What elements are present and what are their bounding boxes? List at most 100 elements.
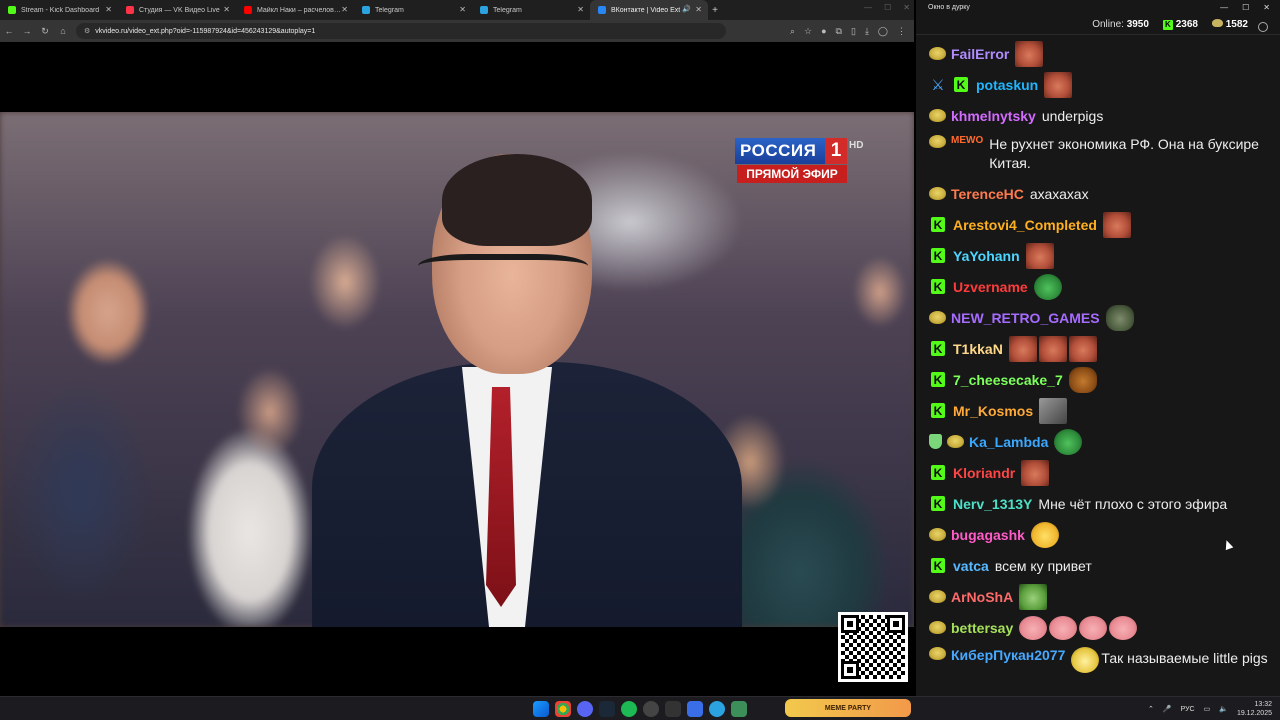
- chat-username[interactable]: Ka_Lambda: [969, 434, 1048, 450]
- qr-code: [838, 612, 908, 682]
- profile-icon[interactable]: ◯: [878, 26, 888, 37]
- tab-favicon-icon: [598, 6, 606, 14]
- maximize-icon[interactable]: ☐: [884, 3, 891, 12]
- chat-username[interactable]: FailError: [951, 46, 1009, 62]
- chat-username[interactable]: 7_cheesecake_7: [953, 372, 1063, 388]
- chat-text: Так называемые little pigs: [1101, 650, 1268, 666]
- chat-username[interactable]: khmelnytsky: [951, 108, 1036, 124]
- chat-username[interactable]: TerenceHC: [951, 186, 1024, 202]
- telegram-icon[interactable]: [709, 701, 725, 717]
- chat-username[interactable]: NEW_RETRO_GAMES: [951, 310, 1100, 326]
- qr-finder: [841, 615, 859, 633]
- app-icon[interactable]: [665, 701, 681, 717]
- chat-username[interactable]: potaskun: [976, 77, 1038, 93]
- tab[interactable]: Telegram ✕: [354, 0, 472, 20]
- chat-text: ахахахах: [1029, 185, 1089, 202]
- chat-message: ArNoShA: [929, 581, 1280, 612]
- tab[interactable]: Stream - Kick Dashboard ✕: [0, 0, 118, 20]
- network-icon[interactable]: ▭: [1204, 705, 1211, 713]
- address-bar: ← → ↻ ⌂ ⚙ vkvideo.ru/video_ext.php?oid=-…: [0, 20, 914, 42]
- zoom-icon[interactable]: ⌕: [790, 26, 795, 37]
- chat-message: K T1kkaN: [929, 333, 1280, 364]
- language-indicator[interactable]: РУС: [1181, 706, 1195, 713]
- taskbar-apps: [533, 701, 747, 717]
- close-icon[interactable]: ✕: [695, 5, 702, 14]
- sidebar-icon[interactable]: ▯: [851, 26, 856, 37]
- minimize-icon[interactable]: —: [864, 3, 872, 12]
- new-tab-button[interactable]: +: [708, 5, 722, 16]
- video-player[interactable]: РОССИЯ 1 HD ПРЯМОЙ ЭФИР: [0, 112, 914, 627]
- chat-message: Ka_Lambda: [929, 426, 1280, 457]
- meme-party-widget[interactable]: MEME PARTY: [785, 699, 911, 717]
- close-icon[interactable]: ✕: [577, 5, 584, 14]
- other-count: 1582: [1225, 19, 1248, 30]
- face-emote-icon: [1025, 242, 1054, 269]
- tab[interactable]: Telegram ✕: [472, 0, 590, 20]
- chat-username[interactable]: T1kkaN: [953, 341, 1003, 357]
- kick-badge-icon: K: [931, 403, 945, 418]
- pog-badge-icon: [929, 311, 946, 324]
- chat-message: FailError: [929, 38, 1280, 69]
- windows-start-icon[interactable]: [533, 701, 549, 717]
- kick-badge-icon: K: [931, 558, 945, 573]
- speaker-icon[interactable]: 🔊: [682, 5, 691, 13]
- chrome-icon[interactable]: [555, 701, 571, 717]
- site-info-icon[interactable]: ⚙: [84, 27, 90, 35]
- settings-icon[interactable]: [1258, 22, 1268, 32]
- close-icon[interactable]: ✕: [903, 3, 910, 12]
- kick-badge-icon: K: [931, 496, 945, 511]
- chat-username[interactable]: bugagashk: [951, 527, 1025, 543]
- system-tray: ⌃ 🎤 РУС ▭ 🔈 13:32 19.12.2025: [1148, 700, 1272, 718]
- chat-username[interactable]: bettersay: [951, 620, 1013, 636]
- tab[interactable]: Студия — VK Видео Live ✕: [118, 0, 236, 20]
- close-icon[interactable]: ✕: [105, 5, 112, 14]
- chevron-up-icon[interactable]: ⌃: [1148, 705, 1154, 713]
- chat-username[interactable]: vatca: [953, 558, 989, 574]
- back-icon[interactable]: ←: [0, 26, 18, 36]
- maximize-icon[interactable]: ☐: [1242, 3, 1249, 12]
- tab[interactable]: Майкл Наки – расчеловечени...✕: [236, 0, 354, 20]
- clock[interactable]: 13:32 19.12.2025: [1237, 700, 1272, 718]
- presenter-glasses: [418, 254, 588, 294]
- chat-username[interactable]: КиберПукан2077: [951, 647, 1065, 663]
- chat-username[interactable]: Arestovi4_Completed: [953, 217, 1097, 233]
- close-icon[interactable]: ✕: [223, 5, 230, 14]
- download-icon[interactable]: ⤓: [865, 26, 869, 37]
- app-icon[interactable]: [731, 701, 747, 717]
- chat-username[interactable]: ArNoShA: [951, 589, 1013, 605]
- obs-icon[interactable]: [643, 701, 659, 717]
- steam-icon[interactable]: [599, 701, 615, 717]
- extensions-puzzle-icon[interactable]: ⧉: [836, 26, 842, 37]
- bookmark-star-icon[interactable]: ☆: [804, 26, 812, 37]
- close-icon[interactable]: ✕: [341, 5, 348, 14]
- volume-icon[interactable]: 🔈: [1219, 705, 1228, 713]
- chat-message: K Kloriandr: [929, 457, 1280, 488]
- home-icon[interactable]: ⌂: [54, 26, 72, 36]
- forward-icon[interactable]: →: [18, 26, 36, 36]
- tab-active[interactable]: ВКонтакте | Video Ext 🔊 ✕: [590, 0, 708, 20]
- app-icon[interactable]: [687, 701, 703, 717]
- microphone-icon[interactable]: 🎤: [1163, 705, 1172, 713]
- close-icon[interactable]: ✕: [1263, 3, 1270, 12]
- chat-username[interactable]: Nerv_1313Y: [953, 496, 1032, 512]
- browser-window: Stream - Kick Dashboard ✕ Студия — VK Вид…: [0, 0, 914, 696]
- shield-badge-icon: [929, 434, 942, 449]
- tab-favicon-icon: [126, 6, 134, 14]
- pog-badge-icon: [947, 435, 964, 448]
- discord-icon[interactable]: [577, 701, 593, 717]
- chat-username[interactable]: MEWO: [951, 135, 983, 146]
- chat-username[interactable]: Uzvername: [953, 279, 1028, 295]
- close-icon[interactable]: ✕: [459, 5, 466, 14]
- face-emote-icon: [1015, 40, 1044, 67]
- spotify-icon[interactable]: [621, 701, 637, 717]
- menu-kebab-icon[interactable]: ⋮: [897, 26, 906, 37]
- chat-message: K Uzvername: [929, 271, 1280, 302]
- reload-icon[interactable]: ↻: [36, 26, 54, 37]
- minimize-icon[interactable]: —: [1220, 3, 1228, 12]
- chat-username[interactable]: Kloriandr: [953, 465, 1015, 481]
- face-emote-icon: [1021, 459, 1050, 486]
- chat-username[interactable]: Mr_Kosmos: [953, 403, 1033, 419]
- extension-icon[interactable]: ●: [821, 26, 826, 36]
- chat-username[interactable]: YaYohann: [953, 248, 1020, 264]
- url-input[interactable]: ⚙ vkvideo.ru/video_ext.php?oid=-11598792…: [76, 23, 726, 39]
